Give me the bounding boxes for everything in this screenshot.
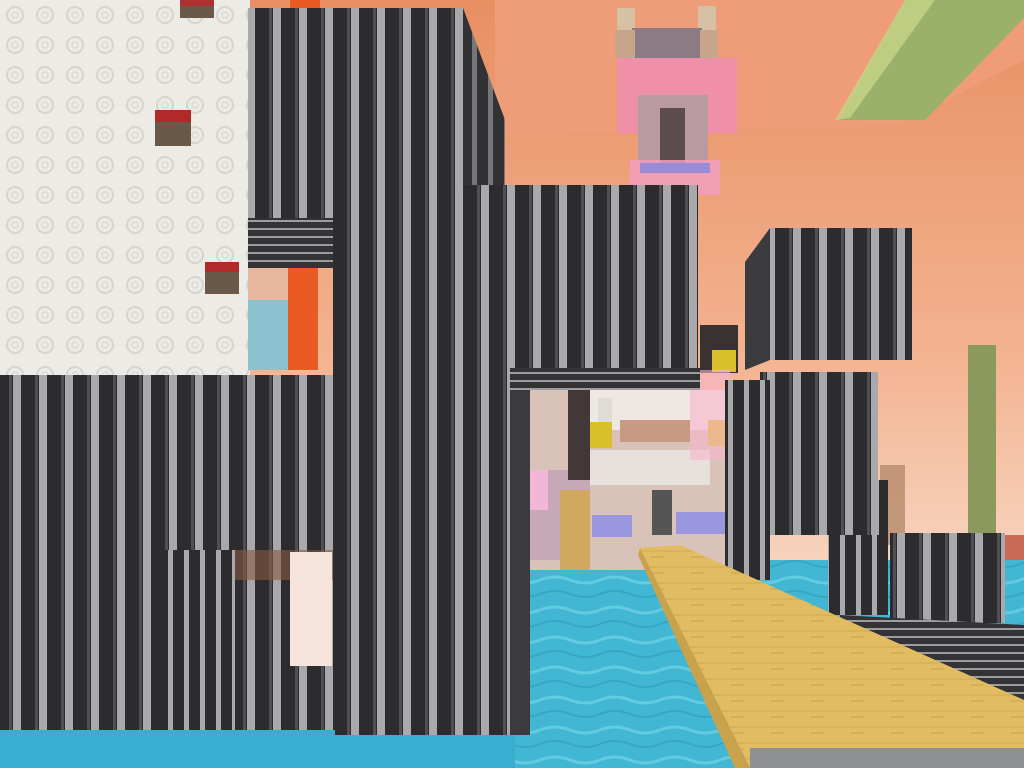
striped-structure-front bbox=[0, 375, 335, 730]
game-viewport[interactable] bbox=[0, 0, 1024, 768]
water-foreground bbox=[0, 730, 515, 768]
quartz-wall bbox=[0, 0, 250, 380]
